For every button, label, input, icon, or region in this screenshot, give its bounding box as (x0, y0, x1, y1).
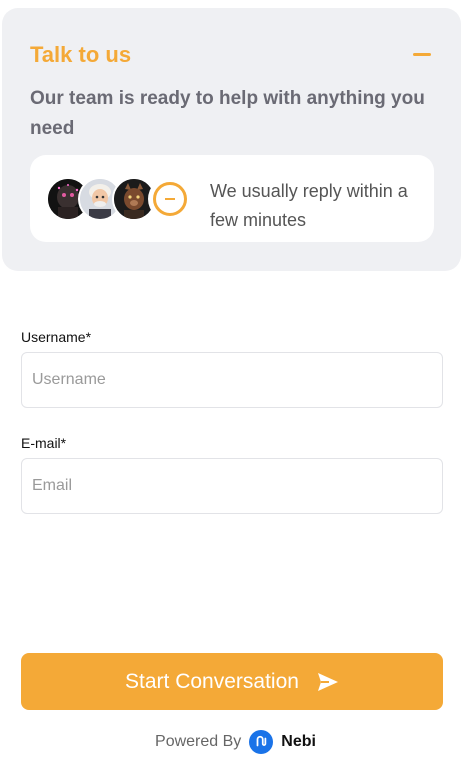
powered-by-text: Powered By (155, 733, 242, 750)
username-input[interactable] (21, 352, 443, 408)
username-label: Username* (21, 329, 92, 345)
chat-header: Talk to us Our team is ready to help wit… (2, 8, 461, 271)
team-avatars (46, 177, 196, 221)
chat-widget: Talk to us Our team is ready to help wit… (0, 0, 471, 767)
email-label: E-mail* (21, 435, 67, 451)
header-title: Talk to us (30, 42, 132, 67)
reply-time-text: We usually reply within a few minutes (210, 181, 408, 230)
header-subtitle: Our team is ready to help with anything … (30, 88, 425, 139)
powered-by: Powered By Nebi (0, 730, 471, 754)
send-icon (317, 672, 338, 691)
reply-time-card: We usually reply within a few minutes (30, 155, 434, 242)
clock-icon (148, 177, 192, 221)
brand-name[interactable]: Nebi (281, 733, 316, 751)
email-input[interactable] (21, 458, 443, 514)
minimize-icon[interactable] (412, 52, 434, 66)
nebi-logo-icon (249, 730, 274, 754)
start-conversation-button[interactable]: Start Conversation (21, 653, 443, 710)
start-conversation-label: Start Conversation (125, 669, 299, 693)
